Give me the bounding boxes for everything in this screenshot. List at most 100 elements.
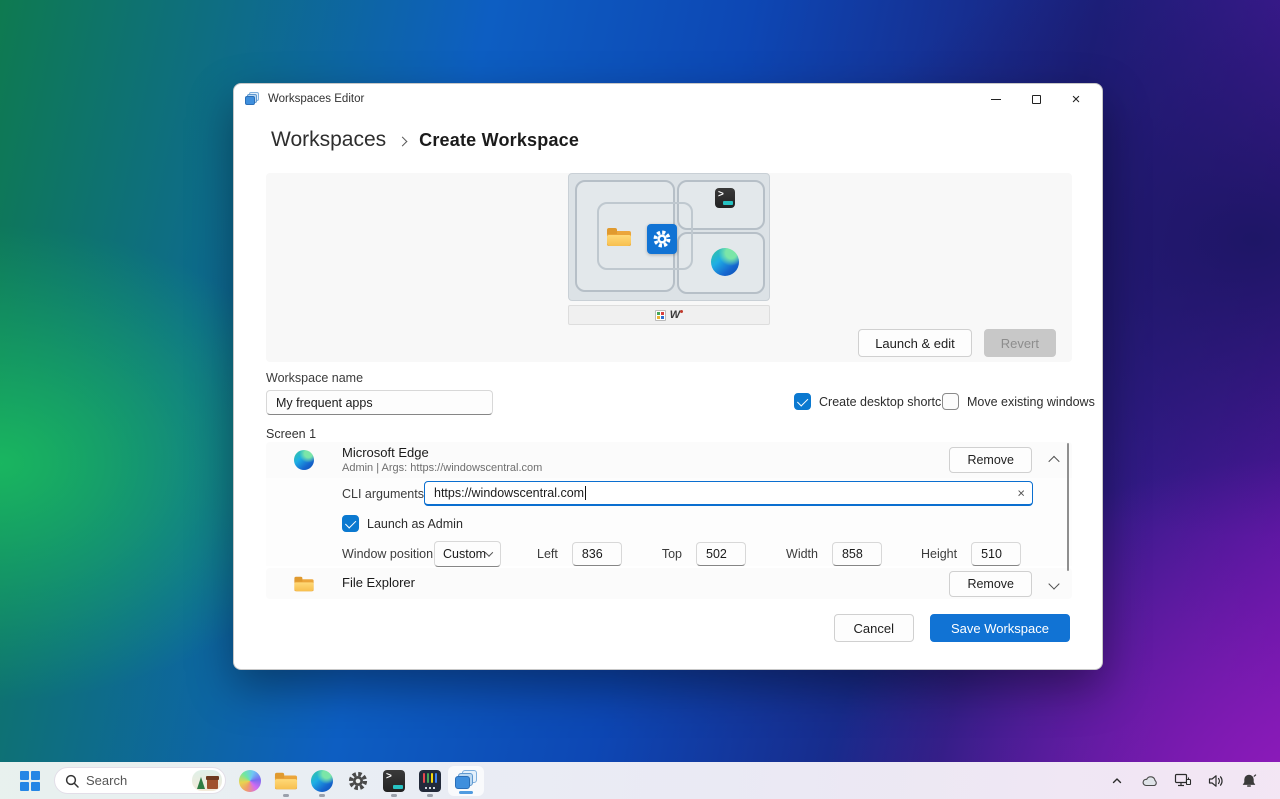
minimize-icon bbox=[991, 99, 1001, 100]
taskbar-terminal[interactable]: > bbox=[376, 762, 412, 799]
network-icon bbox=[1174, 773, 1192, 788]
window-position-value: Custom bbox=[443, 547, 486, 561]
left-label: Left bbox=[537, 547, 558, 561]
create-desktop-shortcut-checkbox[interactable] bbox=[794, 393, 811, 410]
close-icon: × bbox=[1072, 92, 1081, 107]
save-workspace-button[interactable]: Save Workspace bbox=[930, 614, 1070, 642]
taskbar-search[interactable] bbox=[54, 767, 226, 794]
window-title: Workspaces Editor bbox=[268, 93, 364, 105]
mini-app-icon-1 bbox=[655, 310, 666, 321]
workspaces-app-icon bbox=[455, 770, 478, 791]
tray-onedrive[interactable] bbox=[1137, 766, 1163, 796]
file-explorer-icon bbox=[607, 228, 631, 246]
launch-as-admin-option[interactable]: Launch as Admin bbox=[342, 515, 1072, 532]
running-indicator bbox=[319, 794, 325, 797]
windows-logo-icon bbox=[20, 771, 40, 791]
taskbar-settings[interactable] bbox=[340, 762, 376, 799]
taskbar-file-explorer[interactable] bbox=[268, 762, 304, 799]
workspace-preview-panel: > W Launch & edit Revert bbox=[266, 173, 1072, 362]
cli-arguments-label: CLI arguments bbox=[342, 487, 424, 501]
media-app-icon bbox=[419, 770, 441, 792]
copilot-icon bbox=[239, 770, 261, 792]
file-explorer-icon bbox=[294, 576, 313, 590]
taskbar-copilot[interactable] bbox=[232, 762, 268, 799]
breadcrumb-chevron-icon bbox=[398, 136, 408, 146]
active-running-indicator bbox=[459, 791, 473, 794]
expand-chevron-icon[interactable] bbox=[1048, 578, 1059, 589]
tray-volume[interactable] bbox=[1203, 766, 1229, 796]
width-input[interactable] bbox=[832, 542, 882, 566]
chevron-down-icon bbox=[485, 548, 493, 556]
titlebar[interactable]: Workspaces Editor × bbox=[234, 84, 1102, 114]
left-input[interactable] bbox=[572, 542, 622, 566]
breadcrumb-workspaces[interactable]: Workspaces bbox=[271, 128, 386, 152]
top-input[interactable] bbox=[696, 542, 746, 566]
mini-app-icon-2: W bbox=[670, 310, 683, 321]
window-position-label: Window position bbox=[342, 547, 434, 561]
gear-icon bbox=[347, 770, 369, 792]
breadcrumb: Workspaces Create Workspace bbox=[271, 128, 579, 152]
edge-icon bbox=[711, 248, 739, 276]
running-indicator bbox=[391, 794, 397, 797]
taskbar-media-app[interactable] bbox=[412, 762, 448, 799]
workspaces-app-icon bbox=[245, 92, 260, 106]
remove-file-explorer-button[interactable]: Remove bbox=[949, 571, 1032, 597]
cancel-button[interactable]: Cancel bbox=[834, 614, 914, 642]
app-name: File Explorer bbox=[342, 575, 415, 591]
height-label: Height bbox=[921, 547, 957, 561]
launch-as-admin-checkbox[interactable] bbox=[342, 515, 359, 532]
cloud-icon bbox=[1142, 774, 1159, 788]
tray-network[interactable] bbox=[1170, 766, 1196, 796]
edge-icon bbox=[311, 770, 333, 792]
edge-icon bbox=[294, 450, 314, 470]
page-title: Create Workspace bbox=[419, 130, 579, 151]
taskbar-workspaces[interactable] bbox=[448, 766, 484, 796]
edge-detail-panel: CLI arguments https://windowscentral.com… bbox=[266, 478, 1072, 566]
preview-taskbar-strip: W bbox=[568, 305, 770, 325]
running-indicator bbox=[283, 794, 289, 797]
running-indicator bbox=[427, 794, 433, 797]
file-explorer-icon bbox=[275, 772, 297, 789]
close-button[interactable]: × bbox=[1056, 85, 1096, 113]
search-icon bbox=[65, 774, 79, 788]
maximize-button[interactable] bbox=[1016, 85, 1056, 113]
window-position-dropdown[interactable]: Custom bbox=[434, 541, 501, 567]
app-row-file-explorer[interactable]: File Explorer Remove bbox=[266, 568, 1072, 599]
text-caret bbox=[585, 486, 586, 500]
workspaces-editor-window: Workspaces Editor × Workspaces Create Wo… bbox=[233, 83, 1103, 670]
app-list: Microsoft Edge Admin | Args: https://win… bbox=[266, 442, 1072, 599]
desktop-wallpaper: Workspaces Editor × Workspaces Create Wo… bbox=[0, 0, 1280, 799]
top-label: Top bbox=[662, 547, 682, 561]
collapse-chevron-icon[interactable] bbox=[1048, 456, 1059, 467]
move-existing-windows-option[interactable]: Move existing windows bbox=[942, 393, 1095, 410]
bell-icon bbox=[1241, 773, 1257, 788]
start-button[interactable] bbox=[12, 762, 48, 799]
height-input[interactable] bbox=[971, 542, 1021, 566]
create-desktop-shortcut-label: Create desktop shortcut bbox=[819, 395, 952, 409]
workspace-name-label: Workspace name bbox=[266, 371, 363, 385]
terminal-icon: > bbox=[383, 770, 405, 792]
move-existing-windows-checkbox[interactable] bbox=[942, 393, 959, 410]
tray-notifications[interactable] bbox=[1236, 766, 1262, 796]
create-desktop-shortcut-option[interactable]: Create desktop shortcut bbox=[794, 393, 952, 410]
taskbar-edge[interactable] bbox=[304, 762, 340, 799]
app-row-microsoft-edge[interactable]: Microsoft Edge Admin | Args: https://win… bbox=[266, 442, 1072, 478]
revert-button[interactable]: Revert bbox=[984, 329, 1056, 357]
tray-chevron-up[interactable] bbox=[1104, 766, 1130, 796]
app-subtitle: Admin | Args: https://windowscentral.com bbox=[342, 461, 542, 475]
search-input[interactable] bbox=[86, 773, 176, 788]
app-name: Microsoft Edge bbox=[342, 445, 542, 461]
minimize-button[interactable] bbox=[976, 85, 1016, 113]
speaker-icon bbox=[1208, 774, 1224, 788]
move-existing-windows-label: Move existing windows bbox=[967, 395, 1095, 409]
widgets-thumbnail-icon[interactable] bbox=[192, 770, 222, 791]
cli-arguments-input[interactable]: https://windowscentral.com × bbox=[424, 481, 1033, 506]
clear-input-icon[interactable]: × bbox=[1017, 487, 1025, 500]
scrollbar-thumb[interactable] bbox=[1067, 443, 1069, 571]
launch-and-edit-button[interactable]: Launch & edit bbox=[858, 329, 972, 357]
settings-icon bbox=[647, 224, 677, 254]
remove-edge-button[interactable]: Remove bbox=[949, 447, 1032, 473]
workspace-name-input[interactable] bbox=[266, 390, 493, 415]
terminal-icon: > bbox=[715, 188, 735, 208]
monitor-preview: > bbox=[568, 173, 770, 301]
